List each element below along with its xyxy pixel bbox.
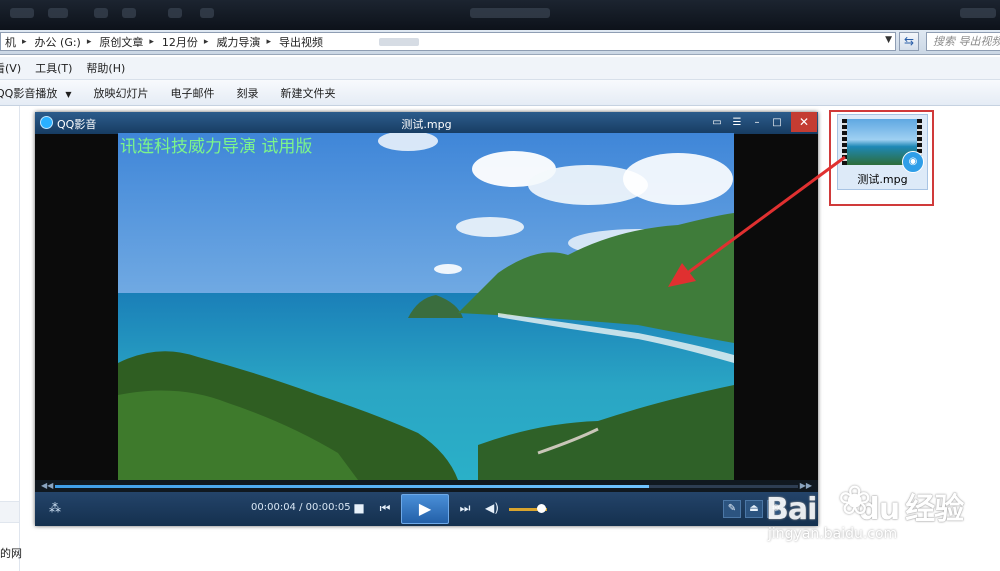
seek-track[interactable] (55, 485, 798, 488)
chevron-right-icon[interactable]: ▸ (266, 37, 271, 47)
menu-bar: 看(V) 工具(T) 帮助(H) (0, 57, 1000, 80)
player-file-title: 测试.mpg (401, 118, 452, 131)
menu-help[interactable]: 帮助(H) (86, 60, 125, 76)
breadcrumb-drive[interactable]: 办公 (G:) ▸ (31, 33, 96, 50)
qq-player-logo-icon (40, 116, 53, 129)
player-app-name: QQ影音 (57, 118, 97, 131)
blurred-button[interactable] (960, 8, 996, 18)
window-top-bar (0, 0, 1000, 30)
play-icon: ▶ (418, 499, 432, 518)
chevron-right-icon[interactable]: ▸ (149, 37, 154, 47)
menu-view[interactable]: 看(V) (0, 60, 21, 76)
breadcrumb-current[interactable]: 导出视频 (275, 33, 327, 50)
blurred-button[interactable] (48, 8, 68, 18)
time-display: 00:00:04 / 00:00:05 (251, 502, 351, 513)
blurred-button[interactable] (168, 8, 182, 18)
footprint-icon[interactable]: ⁂ (49, 501, 61, 515)
landscape-scene (118, 133, 734, 480)
blurred-text (379, 38, 419, 46)
burn-button[interactable]: 刻录 (225, 85, 269, 101)
chevron-right-icon[interactable]: ▸ (87, 37, 92, 47)
chevron-right-icon[interactable]: ▸ (22, 37, 27, 47)
video-frame[interactable]: 讯连科技威力导演 试用版 (118, 133, 734, 480)
search-input[interactable]: 搜索 导出视频 (926, 32, 1000, 51)
navigation-pane[interactable] (0, 106, 20, 571)
blurred-button[interactable] (94, 8, 108, 18)
player-title-bar[interactable]: QQ影音 测试.mpg ▭ ☰ – □ ✕ (35, 112, 818, 134)
chat-bubble-icon[interactable]: ▭ (709, 115, 725, 131)
breadcrumb-folder[interactable]: 12月份 ▸ (158, 33, 213, 50)
nav-item-label[interactable]: 的网 (0, 545, 22, 561)
baidu-jingyan-watermark: Bai du 经验 ❀ jingyan.baidu.com (766, 478, 966, 554)
blurred-button[interactable] (200, 8, 214, 18)
refresh-icon: ⇆ (903, 34, 915, 48)
blurred-window-title (470, 8, 550, 18)
blurred-button[interactable] (10, 8, 34, 18)
breadcrumb-folder[interactable]: 威力导演 ▸ (212, 33, 275, 50)
breadcrumb-computer[interactable]: 机 ▸ (1, 33, 31, 50)
player-controls: ⁂ 00:00:04 / 00:00:05 ■ ⏮ ▶ ⏭ ◀) ✎ ⏏ ⚙ (35, 492, 818, 526)
rewind-icon[interactable]: ◀◀ (41, 480, 53, 492)
red-arrow-annotation (668, 155, 846, 287)
command-toolbar: QQ影音播放 ▼ 放映幻灯片 电子邮件 刻录 新建文件夹 (0, 80, 1000, 106)
dropdown-arrow-icon: ▼ (65, 89, 72, 99)
baidu-url: jingyan.baidu.com (768, 526, 898, 542)
playlist-icon[interactable]: ☰ (729, 115, 745, 131)
maximize-icon[interactable]: □ (769, 115, 785, 131)
blurred-button[interactable] (122, 8, 136, 18)
play-button[interactable]: ▶ (401, 494, 449, 524)
seek-progress (55, 485, 650, 488)
refresh-button[interactable]: ⇆ (899, 32, 919, 51)
qq-player-file-icon: ◉ (902, 151, 924, 173)
trial-watermark: 讯连科技威力导演 试用版 (120, 137, 313, 157)
menu-tools[interactable]: 工具(T) (35, 60, 72, 76)
wrench-icon[interactable]: ✎ (723, 500, 741, 518)
eject-icon[interactable]: ⏏ (745, 500, 763, 518)
next-icon[interactable]: ⏭ (456, 500, 474, 516)
address-bar-row: 机 ▸ 办公 (G:) ▸ 原创文章 ▸ 12月份 ▸ 威力导演 ▸ 导出视频 ▼ ⇆ 搜… (0, 30, 1000, 55)
seek-bar[interactable]: ◀◀ ▶▶ (35, 480, 818, 492)
play-with-qq-player-button[interactable]: QQ影音播放 ▼ (0, 85, 82, 101)
breadcrumb-folder[interactable]: 原创文章 ▸ (95, 33, 158, 50)
new-folder-button[interactable]: 新建文件夹 (269, 85, 346, 101)
volume-icon[interactable]: ◀) (483, 500, 501, 516)
previous-icon[interactable]: ⏮ (376, 500, 394, 516)
stop-icon[interactable]: ■ (350, 500, 368, 516)
chevron-right-icon[interactable]: ▸ (204, 37, 209, 47)
close-icon[interactable]: ✕ (791, 112, 817, 132)
paw-icon: ❀ (838, 478, 872, 524)
slideshow-button[interactable]: 放映幻灯片 (82, 85, 159, 101)
volume-knob[interactable] (537, 504, 547, 513)
chevron-down-icon[interactable]: ▼ (885, 35, 892, 45)
minimize-icon[interactable]: – (749, 115, 765, 131)
nav-divider (0, 501, 19, 523)
email-button[interactable]: 电子邮件 (159, 85, 225, 101)
address-bar[interactable]: 机 ▸ 办公 (G:) ▸ 原创文章 ▸ 12月份 ▸ 威力导演 ▸ 导出视频 ▼ (0, 32, 896, 51)
